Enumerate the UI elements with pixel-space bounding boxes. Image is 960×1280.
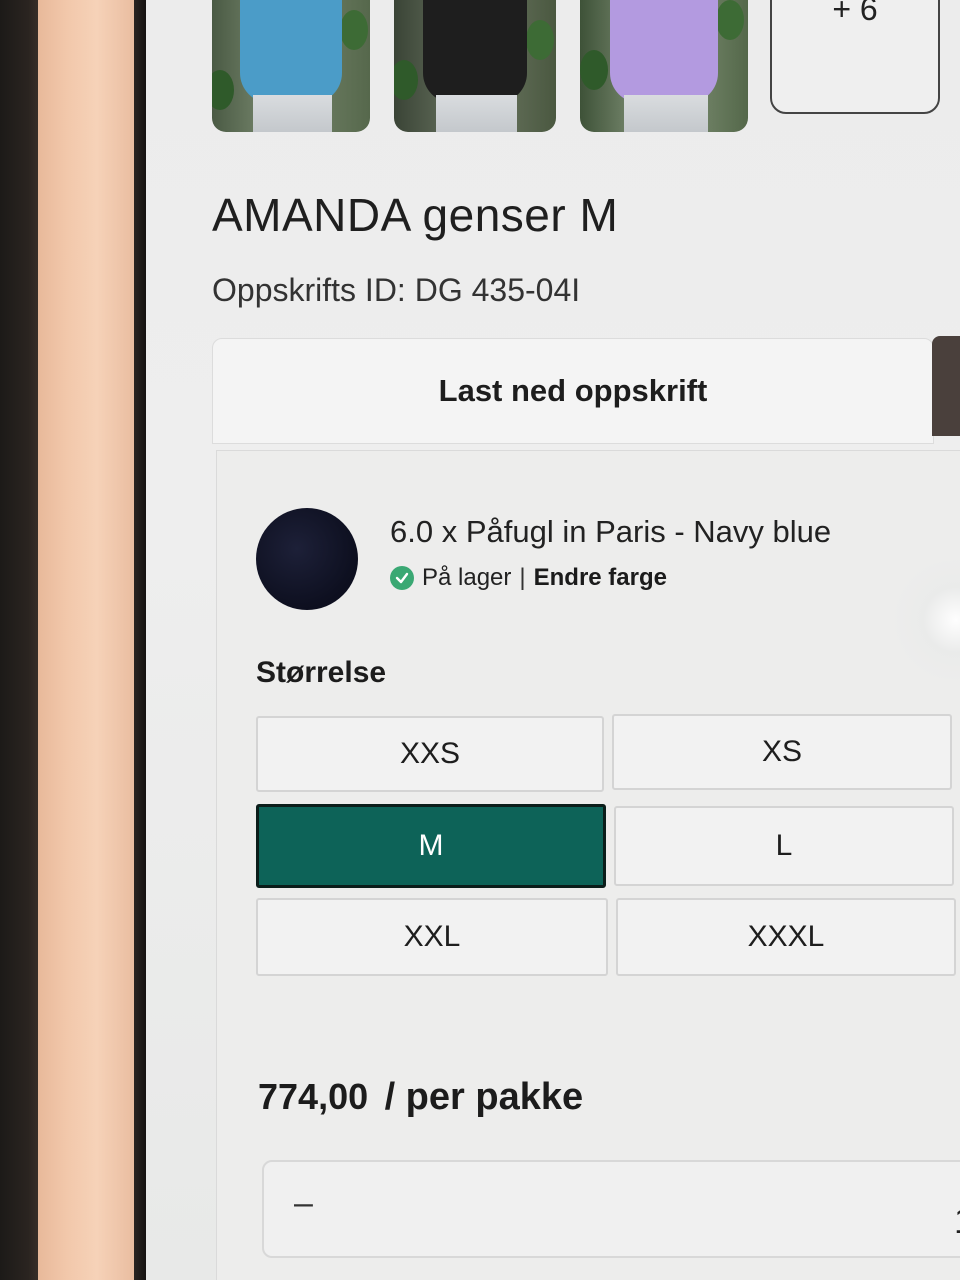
size-option-m[interactable]: M bbox=[256, 804, 606, 888]
yarn-description: 6.0 x Påfugl in Paris - Navy blue bbox=[390, 514, 832, 549]
size-label: Størrelse bbox=[256, 656, 387, 689]
screen: + 6 AMANDA genser M Oppskrifts ID: DG 43… bbox=[146, 0, 960, 1280]
device-bezel-left bbox=[0, 0, 40, 1280]
adjacent-tab[interactable] bbox=[932, 336, 960, 436]
size-option-l[interactable]: L bbox=[614, 806, 954, 886]
download-pattern-label: Last ned oppskrift bbox=[438, 373, 708, 408]
price-unit: / per pakke bbox=[384, 1076, 584, 1118]
device-screen-edge bbox=[134, 0, 146, 1280]
quantity-decrease-button[interactable]: – bbox=[294, 1184, 313, 1223]
size-option-xxl[interactable]: XXL bbox=[256, 898, 608, 976]
price-row: 774,00 / per pakke bbox=[258, 1076, 583, 1119]
download-pattern-tab[interactable]: Last ned oppskrift bbox=[212, 338, 934, 444]
gallery-thumbnail-blue[interactable] bbox=[212, 0, 370, 132]
product-title: AMANDA genser M bbox=[212, 189, 619, 241]
gallery-more-button[interactable]: + 6 bbox=[770, 0, 940, 114]
gallery-thumbnail-lilac[interactable] bbox=[580, 0, 748, 132]
yarn-color-swatch bbox=[256, 508, 358, 610]
pattern-id: Oppskrifts ID: DG 435-04I bbox=[212, 272, 581, 308]
quantity-stepper: – 1 bbox=[262, 1160, 960, 1258]
size-option-xs[interactable]: XS bbox=[612, 714, 952, 790]
device-frame bbox=[38, 0, 136, 1280]
size-option-xxxl[interactable]: XXXL bbox=[616, 898, 956, 976]
stock-status: På lager bbox=[422, 564, 512, 591]
separator: | bbox=[519, 564, 526, 591]
price-value: 774,00 bbox=[258, 1076, 369, 1117]
gallery-thumbnail-black[interactable] bbox=[394, 0, 556, 132]
quantity-value[interactable]: 1 bbox=[954, 1200, 960, 1242]
check-circle-icon bbox=[390, 566, 414, 590]
change-color-link[interactable]: Endre farge bbox=[534, 564, 667, 592]
stock-row: På lager | Endre farge bbox=[390, 564, 667, 592]
size-option-xxs[interactable]: XXS bbox=[256, 716, 604, 792]
